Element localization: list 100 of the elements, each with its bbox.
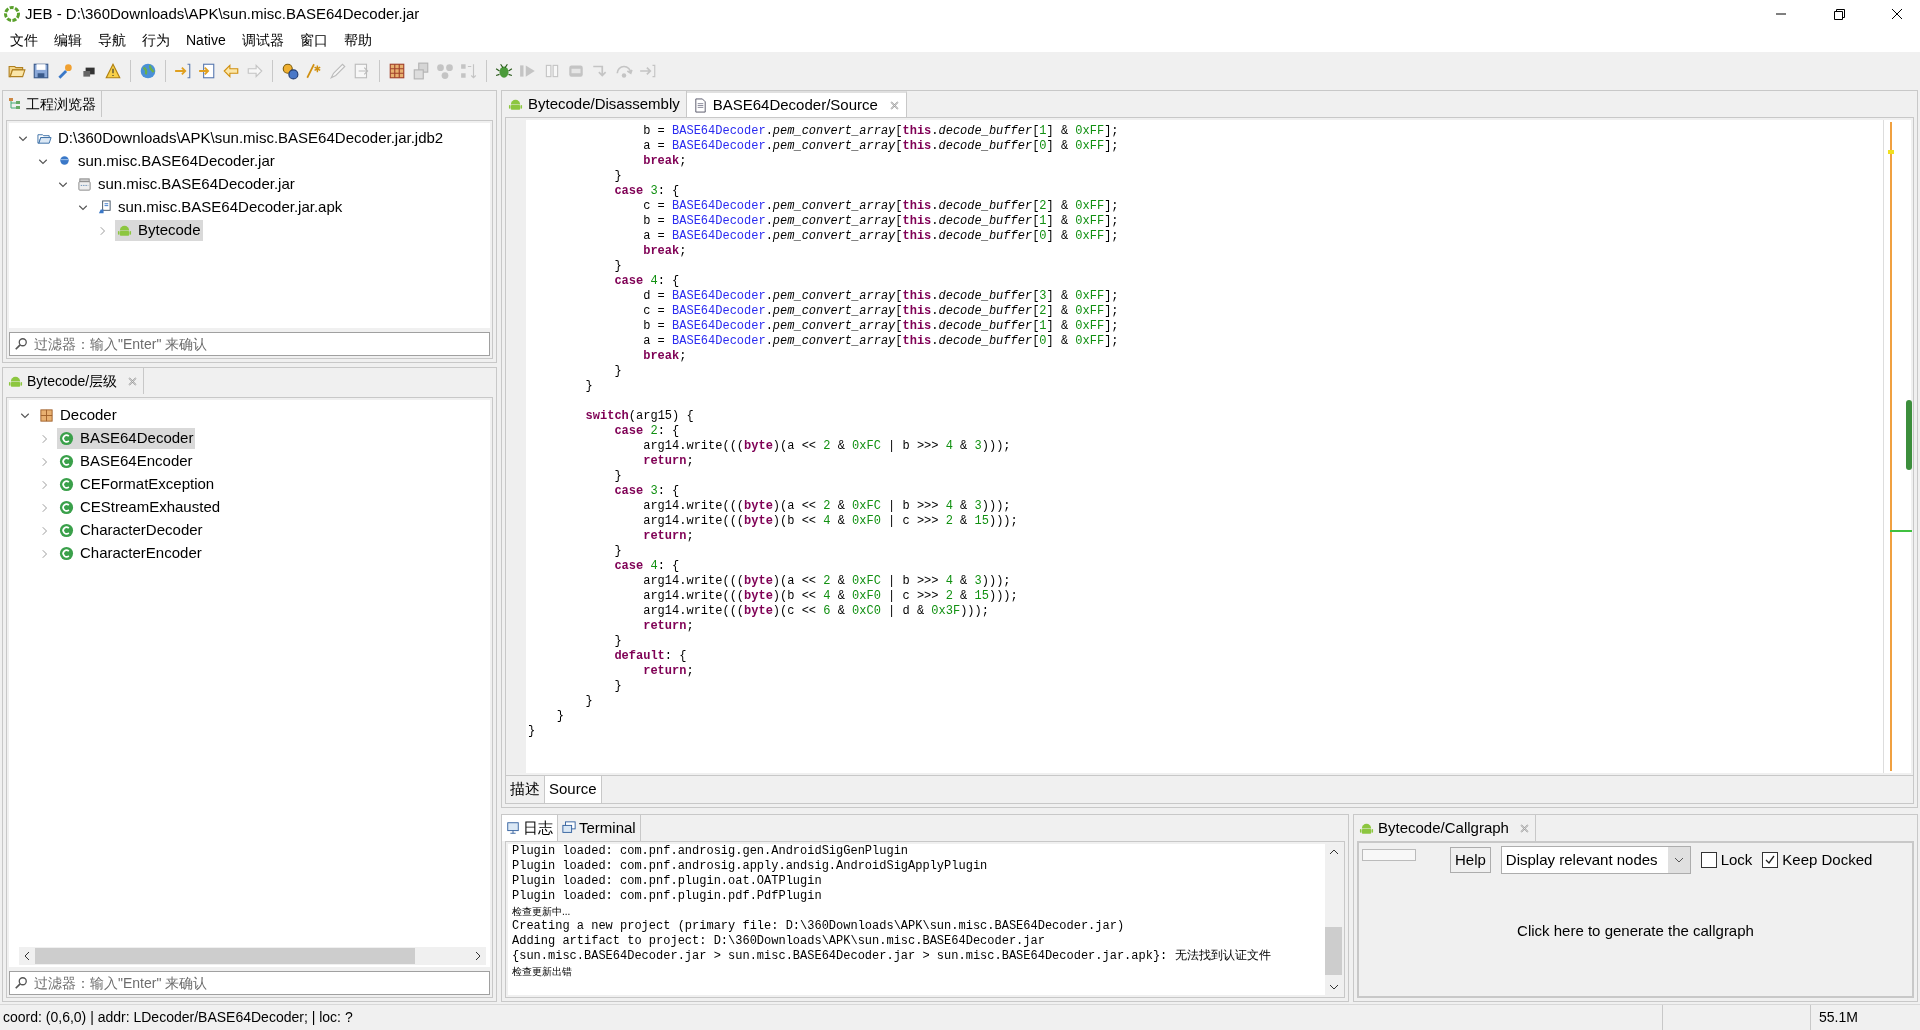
tree-item[interactable]: CEStreamExhausted (57, 497, 223, 518)
log-line: 检查更新中... (512, 905, 572, 919)
checkbox[interactable] (1700, 852, 1717, 868)
tree-item[interactable]: CharacterDecoder (57, 520, 205, 541)
mode-dropdown[interactable]: Display relevant nodes (1500, 846, 1691, 874)
code-line: b = BASE64Decoder.pem_convert_array[this.decode_buffer[1] & 0xFF]; (642, 319, 1120, 334)
filter-field[interactable]: 过滤器：输入"Enter" 来确认 (9, 332, 490, 356)
menu-item[interactable]: 行为 (134, 29, 178, 51)
code-line: return; (642, 454, 695, 469)
log-line: Plugin loaded: com.pnf.androsig.gen.AndroidSigGenPlugin (512, 844, 910, 859)
code-line: d = BASE64Decoder.pem_convert_array[this.decode_buffer[3] & 0xFF]; (642, 289, 1120, 304)
dropdown-caret-icon (1667, 847, 1690, 873)
tree-icon (8, 97, 22, 111)
save-icon[interactable] (32, 62, 50, 80)
document-icon (692, 97, 708, 113)
code-line: case 3: { (613, 184, 681, 199)
help-button[interactable]: Help (1450, 847, 1491, 873)
menu-item[interactable]: 窗口 (291, 29, 336, 51)
close-tab-icon[interactable] (888, 99, 900, 111)
tree-item[interactable]: CharacterEncoder (57, 543, 204, 564)
code-line: return; (642, 529, 695, 544)
code-line: break; (642, 244, 688, 259)
search-icon (14, 337, 28, 351)
callgraph-tab[interactable]: Bytecode/Callgraph (1354, 815, 1536, 841)
horizontal-scrollbar[interactable] (19, 947, 486, 965)
comment-icon[interactable] (305, 62, 323, 80)
log-line: 检查更新出错 (512, 965, 573, 979)
code-line: b = BASE64Decoder.pem_convert_array[this.decode_buffer[1] & 0xFF]; (642, 214, 1120, 229)
hierarchy-tab[interactable]: Bytecode/层级 (3, 368, 145, 394)
code-line: arg14.write(((byte)(c << 6 & 0xC0 | d & 0x3F))); (642, 604, 990, 619)
code-line: case 3: { (613, 484, 681, 499)
code-line: arg14.write(((byte)(a << 2 & 0xFC | b >>> 4 & 3))); (642, 574, 1012, 589)
code-line: b = BASE64Decoder.pem_convert_array[this.decode_buffer[1] & 0xFF]; (642, 124, 1120, 139)
code-line: c = BASE64Decoder.pem_convert_array[this.decode_buffer[2] & 0xFF]; (642, 199, 1120, 214)
log-tab[interactable]: 日志 (502, 815, 558, 841)
editor-tab[interactable]: BASE64Decoder/Source (686, 91, 907, 117)
class-icon (59, 454, 74, 469)
arrow-to-bracket-icon[interactable] (174, 62, 192, 80)
memory-indicator: 55.1M (1810, 1005, 1920, 1030)
bug-icon[interactable] (495, 62, 513, 80)
log-line: Plugin loaded: com.pnf.plugin.oat.OATPlugin (512, 874, 823, 889)
back-arrow-icon[interactable] (222, 62, 240, 80)
code-line: } (555, 709, 565, 724)
close-tab-icon[interactable] (127, 375, 139, 387)
view-tab[interactable]: Source (545, 776, 602, 803)
tree-item[interactable]: sun.misc.BASE64Decoder.jar (55, 151, 277, 172)
close-tab-icon[interactable] (1518, 822, 1530, 834)
checkbox-label[interactable]: Lock (1720, 848, 1753, 872)
globe-icon[interactable] (139, 62, 157, 80)
warning-icon[interactable] (104, 62, 122, 80)
tree-item[interactable]: Decoder (37, 405, 119, 426)
code-line: return; (642, 664, 695, 679)
code-line: a = BASE64Decoder.pem_convert_array[this.decode_buffer[0] & 0xFF]; (642, 334, 1120, 349)
log-line: Plugin loaded: com.pnf.androsig.apply.andsig.AndroidSigApplyPlugin (512, 859, 989, 874)
code-line: } (584, 379, 594, 394)
class-icon (59, 523, 74, 538)
code-line: } (584, 694, 594, 709)
input-field[interactable] (1362, 849, 1416, 861)
menu-item[interactable]: 帮助 (335, 29, 380, 51)
menu-item[interactable]: 导航 (90, 29, 134, 51)
window-title: JEB - D:\360Downloads\APK\sun.misc.BASE64Decoder.jar (25, 3, 420, 24)
tree-item[interactable]: BASE64Encoder (57, 451, 195, 472)
grid-icon[interactable] (388, 62, 406, 80)
tree-item[interactable]: D:\360Downloads\APK\sun.misc.BASE64Decoder.jar.jdb2 (35, 128, 446, 149)
code-line: case 4: { (613, 274, 681, 289)
checkbox[interactable] (1762, 852, 1779, 868)
log-line: {sun.misc.BASE64Decoder.jar > sun.misc.BASE64Decoder.jar > sun.misc.BASE64Decoder.jar.apk}: 无法找到认证文件 (512, 949, 1272, 964)
code-line: } (613, 679, 623, 694)
filter-field[interactable]: 过滤器：输入"Enter" 来确认 (9, 971, 490, 995)
code-line: arg14.write(((byte)(b << 4 & 0xF0 | c >>> 2 & 15))); (642, 514, 1019, 529)
class-icon (59, 500, 74, 515)
class-icon (59, 431, 74, 446)
tree-item[interactable]: Bytecode (115, 220, 203, 241)
tree-item[interactable]: BASE64Decoder (57, 428, 196, 449)
import-icon[interactable] (198, 62, 216, 80)
code-line: case 4: { (613, 559, 681, 574)
code-line: arg14.write(((byte)(b << 4 & 0xF0 | c >>> 2 & 15))); (642, 589, 1019, 604)
tree-item[interactable]: CEFormatException (57, 474, 217, 495)
code-line: } (613, 469, 623, 484)
code-line: } (613, 259, 623, 274)
code-line: arg14.write(((byte)(a << 2 & 0xFC | b >>> 4 & 3))); (642, 439, 1012, 454)
monitor-icon (506, 821, 520, 835)
code-line: break; (642, 349, 688, 364)
status-text: coord: (0,6,0) | addr: LDecoder/BASE64Decoder; | loc: ? (2, 1008, 354, 1027)
code-line: } (613, 634, 623, 649)
folder-icon (37, 131, 52, 146)
overview-ruler[interactable] (1883, 120, 1911, 773)
menu-item[interactable]: 文件 (2, 29, 46, 51)
package-icon (39, 408, 54, 423)
callgraph-message[interactable]: Click here to generate the callgraph (1517, 920, 1754, 943)
log-line: Creating a new project (primary file: D:\360Downloads\APK\sun.misc.BASE64Decoder.jar) (512, 919, 1126, 934)
app-logo-icon (3, 5, 21, 23)
menu-item[interactable]: Native (178, 29, 234, 51)
menu-item[interactable]: 调试器 (233, 29, 292, 51)
tree-item[interactable]: sun.misc.BASE64Decoder.jar.apk (95, 197, 345, 218)
tree-item[interactable]: sun.misc.BASE64Decoder.jar (75, 174, 297, 195)
menu-item[interactable]: 编辑 (46, 29, 90, 51)
checkbox-label[interactable]: Keep Docked (1782, 848, 1873, 872)
log-line: Adding artifact to project: D:\360Downloads\APK\sun.misc.BASE64Decoder.jar (512, 934, 1046, 949)
code-line: } (528, 724, 537, 739)
